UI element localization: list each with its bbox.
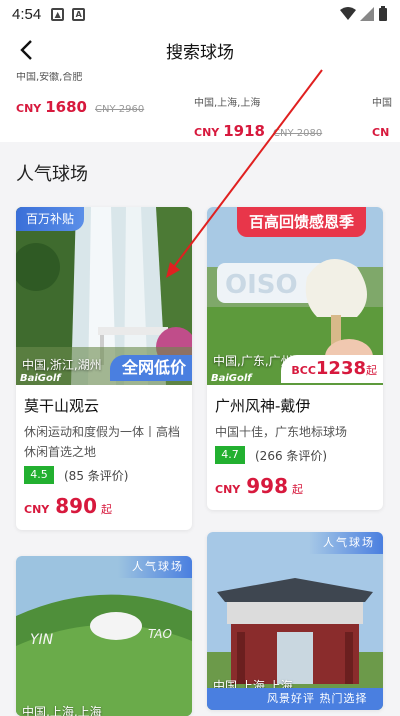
svg-text:OISO: OISO (225, 270, 298, 300)
brand-logo: BaiGolf (211, 373, 252, 384)
back-button[interactable] (10, 34, 42, 66)
currency-label: CNY (16, 102, 42, 115)
course-image: 人气球场 中国,上海,上海 风景好评 热门选择 (207, 532, 383, 710)
subsidy-tag: 百万补贴 (16, 207, 85, 231)
bcc-suffix: 起 (366, 364, 377, 377)
hill-image: YIN TAO (16, 556, 192, 716)
course-price: 998 (246, 474, 288, 498)
image-icon: ▲ (51, 7, 65, 21)
currency-label: CNY (24, 503, 50, 516)
popular-tag: 人气球场 (118, 556, 192, 578)
bcc-price-badge: BCC1238起 (281, 355, 383, 383)
popular-tag: 人气球场 (309, 532, 383, 554)
strip-location: 中国,安徽,合肥 (16, 72, 83, 83)
course-name: 广州风神-戴伊 (215, 397, 311, 415)
back-arrow-icon (20, 40, 32, 60)
text-icon: A (72, 7, 86, 21)
rating-score: 4.5 (24, 466, 54, 484)
strip-old-price: CNY 2080 (273, 128, 323, 139)
promo-tag: 百高回馈感恩季 (237, 207, 367, 237)
status-bar: 4:54 ▲ A (0, 0, 400, 28)
strip-card[interactable]: 中国 CN (372, 72, 400, 142)
strip-card[interactable]: 中国,安徽,合肥 CNY 1680 CNY 2960 (16, 72, 196, 138)
brand-logo: BaiGolf (20, 373, 61, 384)
app-header: 搜索球场 (0, 28, 400, 72)
course-card[interactable]: OISO 百高回馈感恩季 中国,广东,广州 BaiGolf BCC1238起 广… (207, 207, 383, 510)
strip-price: 1680 (45, 98, 87, 116)
course-image: 百万补贴 中国,浙江,湖州 BaiGolf 全网低价 (16, 207, 192, 385)
highlight-band: 风景好评 热门选择 (207, 688, 383, 710)
section-title: 人气球场 (16, 164, 88, 185)
course-desc: 休闲运动和度假为一体丨高档休闲首选之地 (24, 425, 181, 459)
course-strip[interactable]: 中国,安徽,合肥 CNY 1680 CNY 2960 中国,上海,上海 CNY 191… (0, 72, 400, 142)
svg-text:YIN: YIN (30, 632, 54, 648)
rating-score: 4.7 (215, 446, 245, 464)
bcc-value: 1238 (315, 358, 366, 379)
currency-label: CNY (215, 483, 241, 496)
status-time: 4:54 (12, 5, 42, 23)
course-price: 890 (55, 494, 97, 518)
strip-old-price: CNY 2960 (95, 104, 145, 115)
price-suffix: 起 (101, 503, 112, 516)
review-count: (266 条评价) (255, 448, 328, 463)
course-name: 莫干山观云 (24, 397, 100, 415)
wifi-icon (340, 7, 356, 20)
strip-location: 中国 (372, 98, 392, 109)
currency-label: CN (372, 126, 390, 139)
strip-card[interactable]: 中国,上海,上海 CNY 1918 CNY 2080 (194, 72, 374, 142)
battery-icon (379, 6, 387, 21)
strip-location: 中国,上海,上海 (194, 98, 261, 109)
course-desc: 中国十佳，广东地标球场 (215, 425, 348, 439)
signal-icon (360, 7, 374, 21)
course-card[interactable]: YIN TAO 人气球场 中国,上海,上海 (16, 556, 192, 716)
course-card[interactable]: 百万补贴 中国,浙江,湖州 BaiGolf 全网低价 莫干山观云 休闲运动和度假… (16, 207, 192, 530)
review-count: (85 条评价) (64, 468, 129, 483)
svg-text:TAO: TAO (148, 627, 172, 641)
price-suffix: 起 (292, 483, 303, 496)
course-image: YIN TAO 人气球场 中国,上海,上海 (16, 556, 192, 716)
course-location: 中国,上海,上海 (22, 705, 102, 716)
course-image: OISO 百高回馈感恩季 中国,广东,广州 BaiGolf BCC1238起 (207, 207, 383, 385)
currency-label: CNY (194, 126, 220, 139)
course-card[interactable]: 人气球场 中国,上海,上海 风景好评 热门选择 (207, 532, 383, 710)
page-title: 搜索球场 (166, 42, 234, 63)
course-location: 中国,浙江,湖州 (22, 358, 102, 372)
lowest-price-badge: 全网低价 (109, 355, 192, 381)
strip-price: 1918 (223, 122, 265, 140)
bcc-label: BCC (291, 364, 316, 377)
